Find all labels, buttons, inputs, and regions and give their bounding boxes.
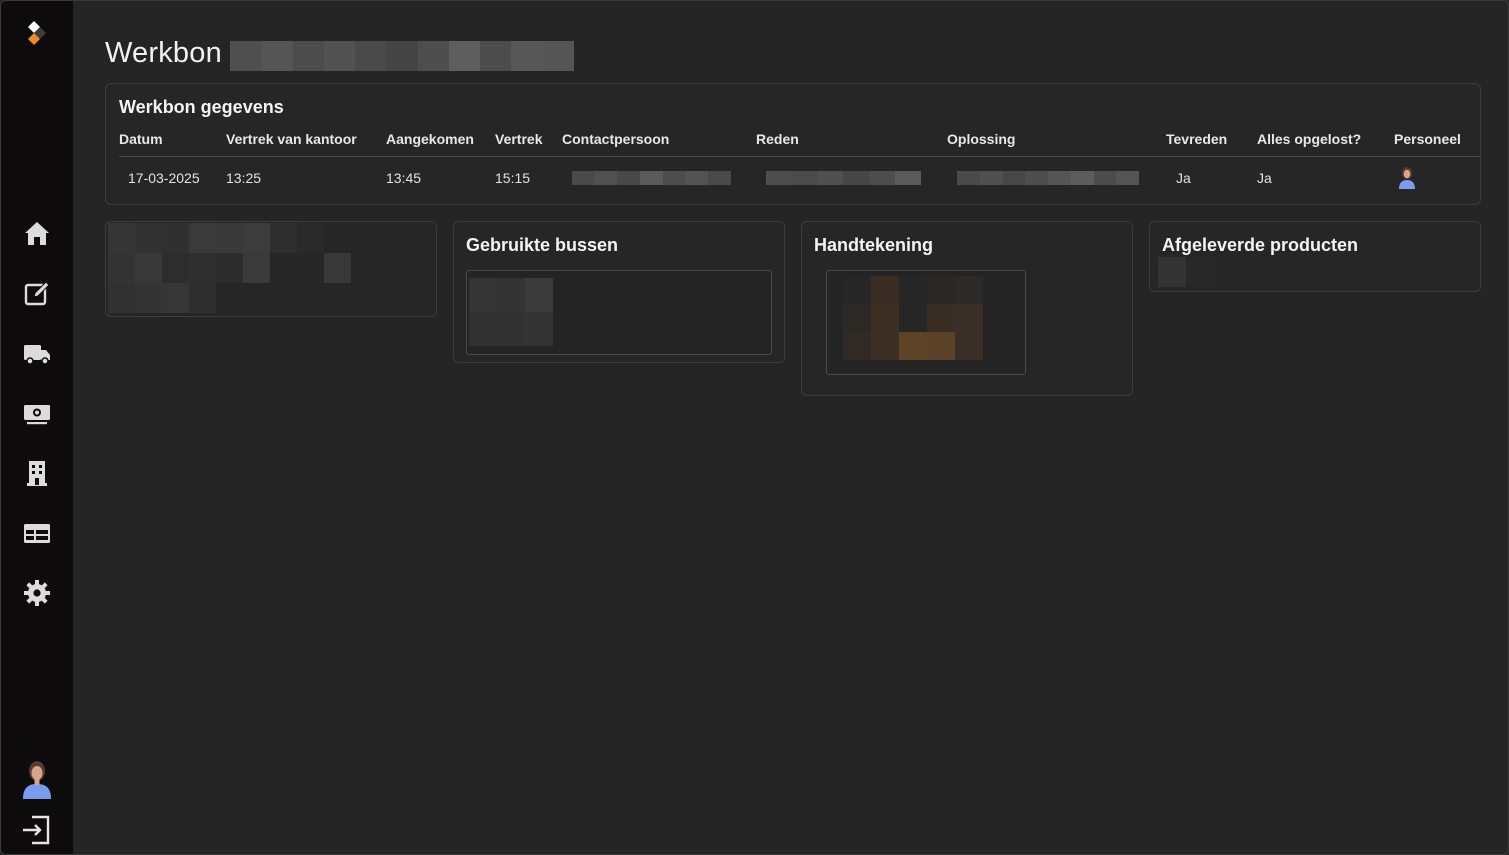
producten-title: Afgeleverde producten bbox=[1162, 235, 1359, 255]
col-header-alles-opgelost: Alles opgelost? bbox=[1257, 131, 1362, 147]
afgeleverde-producten-card: Afgeleverde producten bbox=[1149, 221, 1481, 292]
money-icon bbox=[24, 405, 50, 425]
cell-aangekomen: 13:45 bbox=[386, 170, 422, 186]
customer-info-card bbox=[105, 221, 437, 317]
werkbon-details-card: Werkbon gegevens Datum Vertrek van kanto… bbox=[105, 83, 1481, 205]
col-header-oplossing: Oplossing bbox=[947, 131, 1016, 147]
cell-tevreden: Ja bbox=[1176, 170, 1191, 186]
gear-icon bbox=[24, 580, 50, 606]
app-window: Werkbon Werkbon gegevens Datum Vertrek v… bbox=[0, 0, 1509, 855]
building-icon bbox=[27, 461, 47, 486]
sidebar bbox=[1, 1, 73, 854]
logout-button[interactable] bbox=[21, 813, 53, 847]
home-icon bbox=[25, 222, 49, 245]
redacted-title-suffix bbox=[230, 41, 574, 71]
handtekening-card: Handtekening bbox=[801, 221, 1133, 396]
handtekening-title: Handtekening bbox=[814, 235, 934, 255]
sidebar-item-money[interactable] bbox=[17, 393, 57, 433]
sidebar-item-building[interactable] bbox=[17, 453, 57, 493]
truck-icon bbox=[24, 345, 50, 365]
col-header-datum: Datum bbox=[119, 131, 163, 147]
sidebar-item-table[interactable] bbox=[17, 513, 57, 553]
cell-contactpersoon-redacted bbox=[572, 171, 732, 185]
sidebar-item-settings[interactable] bbox=[17, 573, 57, 613]
details-title: Werkbon gegevens bbox=[119, 97, 284, 117]
redacted-bussen-content bbox=[469, 278, 553, 346]
edit-icon bbox=[24, 281, 50, 306]
gebruikte-bussen-card: Gebruikte bussen bbox=[453, 221, 785, 363]
sidebar-item-edit[interactable] bbox=[17, 273, 57, 313]
page-title: Werkbon bbox=[105, 37, 222, 69]
sidebar-item-truck[interactable] bbox=[17, 333, 57, 373]
table-divider bbox=[119, 156, 1480, 157]
col-header-vertrek-kantoor: Vertrek van kantoor bbox=[226, 131, 357, 147]
col-header-vertrek: Vertrek bbox=[495, 131, 543, 147]
logout-icon bbox=[23, 815, 50, 845]
col-header-contactpersoon: Contactpersoon bbox=[562, 131, 670, 147]
bussen-title: Gebruikte bussen bbox=[466, 235, 619, 255]
cell-vertrek-kantoor: 13:25 bbox=[226, 170, 262, 186]
col-header-personeel: Personeel bbox=[1394, 131, 1461, 147]
personeel-avatar[interactable] bbox=[1396, 165, 1418, 189]
redacted-producten-content bbox=[1158, 257, 1214, 287]
cell-oplossing-redacted bbox=[957, 171, 1139, 185]
col-header-reden: Reden bbox=[756, 131, 799, 147]
signature-box bbox=[826, 270, 1026, 375]
col-header-tevreden: Tevreden bbox=[1166, 131, 1228, 147]
cell-reden-redacted bbox=[766, 171, 921, 185]
redacted-customer-info bbox=[108, 223, 351, 313]
bussen-list bbox=[466, 270, 772, 355]
sidebar-item-home[interactable] bbox=[17, 213, 57, 253]
signature-image bbox=[843, 276, 983, 360]
avatar[interactable] bbox=[19, 757, 55, 799]
cell-vertrek: 15:15 bbox=[495, 170, 531, 186]
table-icon bbox=[24, 524, 50, 543]
logo-icon[interactable] bbox=[25, 21, 49, 49]
cell-datum: 17-03-2025 bbox=[128, 170, 200, 186]
col-header-aangekomen: Aangekomen bbox=[386, 131, 474, 147]
cell-alles-opgelost: Ja bbox=[1257, 170, 1272, 186]
